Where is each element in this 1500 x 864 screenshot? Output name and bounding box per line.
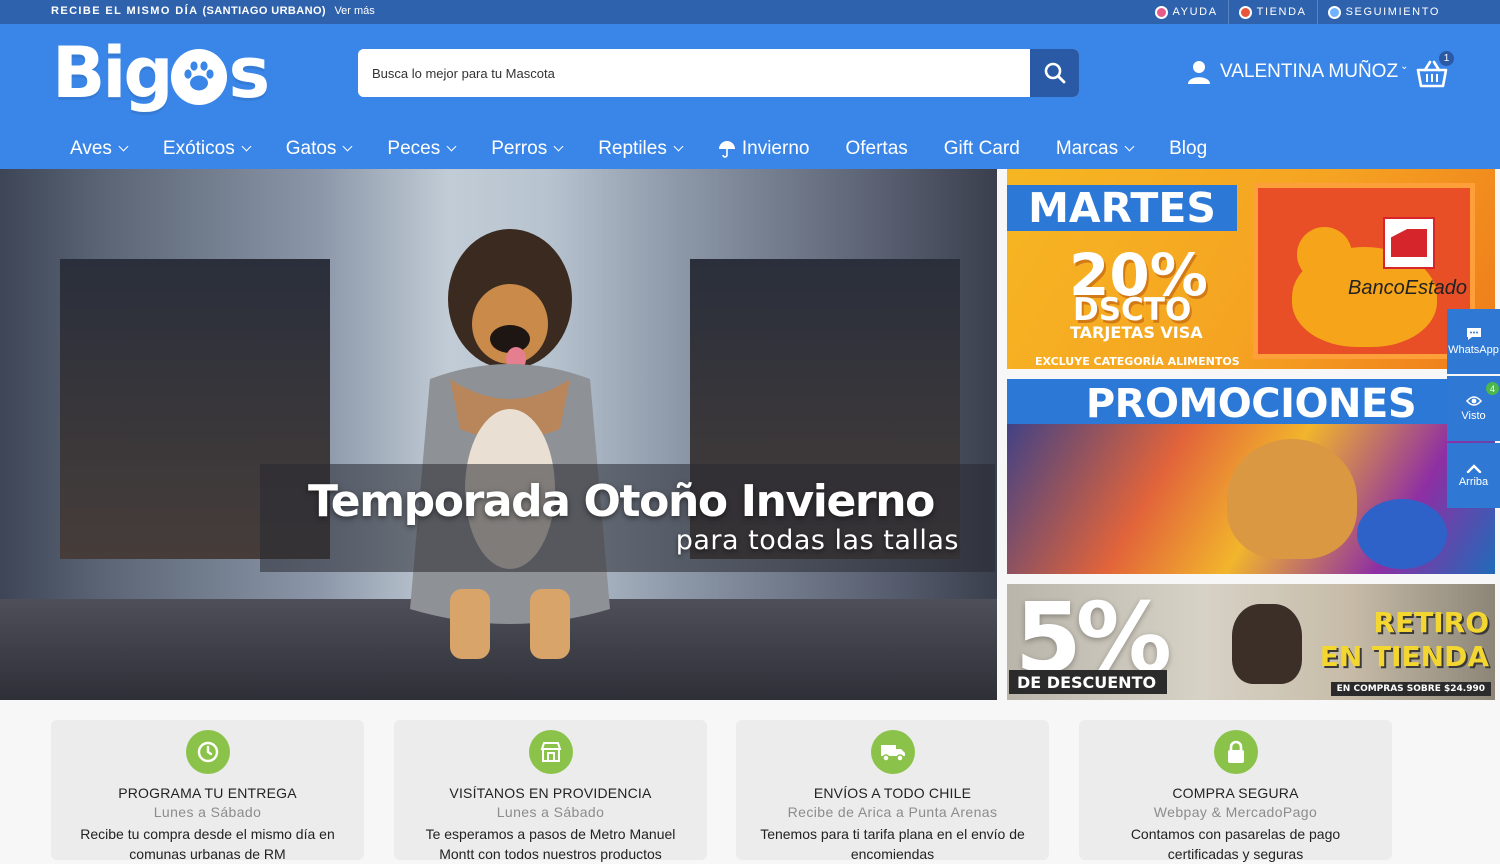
search-button[interactable] (1030, 49, 1079, 97)
banner-promociones[interactable]: PROMOCIONES (1007, 379, 1495, 574)
top-link-label: SEGUIMIENTO (1345, 6, 1440, 18)
nav-item-exoticos[interactable]: Exóticos (145, 134, 268, 164)
top-link-tienda[interactable]: TIENDA (1227, 0, 1317, 24)
umbrella-icon (718, 141, 735, 158)
user-icon (1188, 61, 1210, 84)
chevron-down-icon (446, 141, 457, 152)
banner-martes-bancoestado[interactable]: MARTES 20% DSCTO TARJETAS VISA EXCLUYE C… (1007, 169, 1495, 369)
eye-icon (1465, 396, 1482, 406)
floating-side-buttons: WhatsApp 4 Visto Arriba (1447, 309, 1500, 510)
feature-description: Contamos con pasarelas de pago certifica… (1130, 826, 1341, 862)
store-icon (528, 730, 573, 774)
top-link-seguimiento[interactable]: SEGUIMIENTO (1316, 0, 1450, 24)
promo-area: (SANTIAGO URBANO) (202, 5, 326, 17)
same-day-promo[interactable]: RECIBE EL MISMO DÍA (SANTIAGO URBANO) Ve… (51, 5, 375, 17)
feature-card: COMPRA SEGURA Webpay & MercadoPago Conta… (1079, 720, 1392, 862)
viewed-count-badge: 4 (1486, 382, 1499, 395)
arrow-up-icon (1466, 464, 1481, 473)
nav-item-perros[interactable]: Perros (473, 134, 580, 164)
bancoestado-logo-icon (1383, 217, 1435, 269)
banner-martes-cards: TARJETAS VISA (1070, 323, 1203, 342)
paw-icon (171, 49, 228, 105)
nav-item-blog[interactable]: Blog (1151, 134, 1225, 164)
chevron-down-icon (118, 141, 129, 152)
feature-card: PROGRAMA TU ENTREGA Lunes a Sábado Recib… (51, 720, 364, 862)
tracking-icon (1327, 5, 1341, 19)
nav-item-marcas[interactable]: Marcas (1038, 134, 1151, 164)
duck-head (1297, 227, 1352, 282)
chevron-down-icon (553, 141, 564, 152)
feature-description: Te esperamos a pasos de Metro Manuel Mon… (425, 826, 676, 862)
bigos-logo[interactable]: Big s (52, 32, 270, 114)
banner-retiro-desc: DE DESCUENTO (1009, 670, 1167, 694)
ball-illustration (1357, 499, 1447, 569)
lock-icon (1213, 730, 1258, 774)
recently-viewed-button[interactable]: 4 Visto (1447, 376, 1500, 441)
feature-description: Recibe tu compra desde el mismo día en c… (80, 826, 335, 862)
hero-subtitle: para todas las tallas (675, 525, 959, 556)
nav-item-ofertas[interactable]: Ofertas (827, 134, 925, 164)
dog-illustration (1227, 439, 1357, 559)
top-links: AYUDA TIENDA SEGUIMIENTO (1145, 0, 1450, 24)
heart-icon (1154, 5, 1168, 19)
promo-see-more-link[interactable]: Ver más (334, 5, 374, 17)
clock-icon (185, 730, 230, 774)
features-section: PROGRAMA TU ENTREGA Lunes a Sábado Recib… (0, 700, 1500, 862)
banner-promociones-title: PROMOCIONES (1085, 381, 1417, 427)
whatsapp-button[interactable]: WhatsApp (1447, 309, 1500, 374)
hero-dog-illustration (410, 229, 610, 659)
feature-title: PROGRAMA TU ENTREGA (118, 785, 297, 801)
nav-item-aves[interactable]: Aves (52, 134, 145, 164)
bancoestado-name: BancoEstado (1348, 277, 1467, 299)
chevron-down-icon (241, 141, 252, 152)
top-link-label: TIENDA (1256, 6, 1307, 18)
truck-icon (870, 730, 915, 774)
banner-retiro-title: RETIRO EN TIENDA (1319, 606, 1489, 673)
feature-subtitle: Recibe de Arica a Punta Arenas (787, 804, 998, 820)
banner-martes-label: MARTES (1007, 184, 1237, 232)
feature-card: ENVÍOS A TODO CHILE Recibe de Arica a Pu… (736, 720, 1049, 862)
banner-retiro-note: EN COMPRAS SOBRE $24.990 (1330, 682, 1491, 696)
dog-illustration (1232, 604, 1302, 684)
hero-banner[interactable]: Temporada Otoño Invierno para todas las … (0, 169, 997, 700)
chat-icon (1466, 328, 1481, 340)
top-link-label: AYUDA (1172, 6, 1218, 18)
feature-title: VISÍTANOS EN PROVIDENCIA (449, 785, 652, 801)
search-icon (1044, 62, 1065, 84)
top-link-ayuda[interactable]: AYUDA (1145, 0, 1228, 24)
hero-title: Temporada Otoño Invierno (308, 476, 935, 527)
nav-item-peces[interactable]: Peces (369, 134, 473, 164)
chevron-down-icon (1124, 141, 1135, 152)
main-nav: Aves Exóticos Gatos Peces Perros Reptile… (52, 134, 1225, 164)
store-icon (1238, 5, 1252, 19)
banner-martes-note: EXCLUYE CATEGORÍA ALIMENTOS (1035, 355, 1240, 368)
promo-text: RECIBE EL MISMO DÍA (51, 5, 198, 17)
cart-button[interactable]: 1 (1416, 51, 1454, 88)
feature-title: COMPRA SEGURA (1172, 785, 1299, 801)
chevron-down-icon (342, 141, 353, 152)
top-announcement-bar: RECIBE EL MISMO DÍA (SANTIAGO URBANO) Ve… (0, 0, 1500, 24)
nav-item-invierno[interactable]: Invierno (700, 134, 828, 164)
chevron-down-icon: ⌄ (1400, 60, 1409, 72)
nav-item-gift-card[interactable]: Gift Card (926, 134, 1038, 164)
feature-subtitle: Lunes a Sábado (496, 804, 605, 820)
nav-item-reptiles[interactable]: Reptiles (580, 134, 700, 164)
banner-retiro-en-tienda[interactable]: 5% DE DESCUENTO RETIRO EN TIENDA EN COMP… (1007, 584, 1495, 700)
feature-title: ENVÍOS A TODO CHILE (813, 785, 972, 801)
chevron-down-icon (673, 141, 684, 152)
user-name: VALENTINA MUÑOZ (1220, 61, 1399, 82)
back-to-top-button[interactable]: Arriba (1447, 443, 1500, 508)
search-input[interactable] (358, 49, 1030, 97)
search-bar (358, 49, 1079, 97)
cart-count-badge: 1 (1439, 51, 1454, 66)
site-header: Big s VALENTINA MUÑOZ ⌄ (0, 24, 1500, 169)
feature-subtitle: Webpay & MercadoPago (1153, 804, 1318, 820)
nav-item-gatos[interactable]: Gatos (268, 134, 370, 164)
feature-subtitle: Lunes a Sábado (153, 804, 262, 820)
user-account-menu[interactable]: VALENTINA MUÑOZ ⌄ (1188, 60, 1408, 84)
feature-card: VISÍTANOS EN PROVIDENCIA Lunes a Sábado … (394, 720, 707, 862)
feature-description: Tenemos para ti tarifa plana en el envío… (760, 826, 1025, 862)
